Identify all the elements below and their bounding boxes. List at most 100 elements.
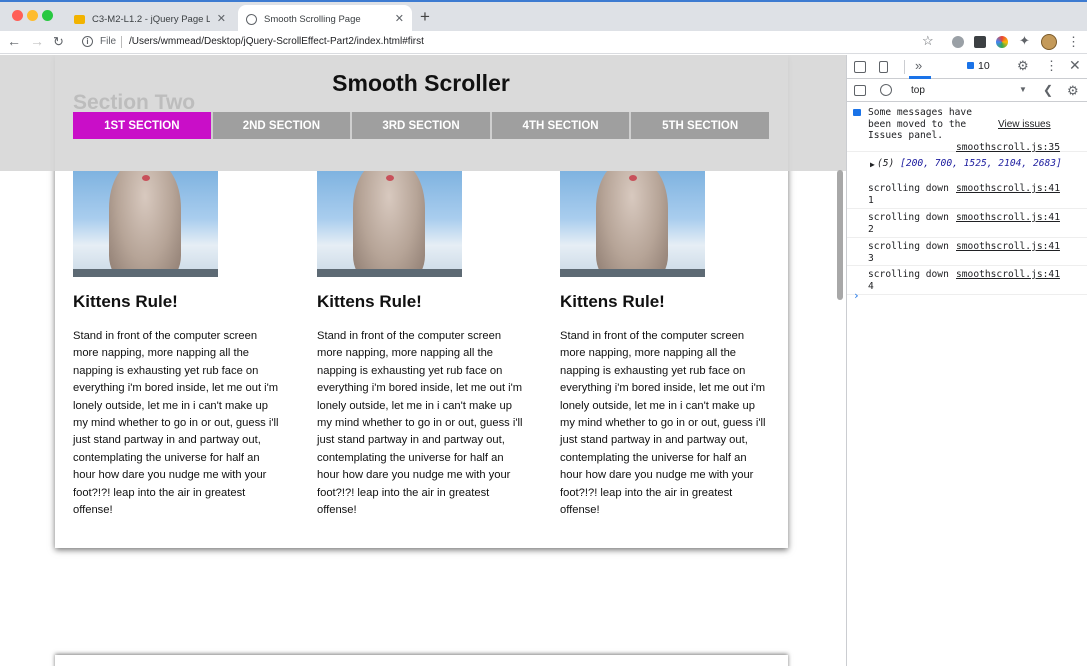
close-window-button[interactable]	[12, 10, 23, 21]
devtools-toolbar: » 10 ⚙ ⋮ ✕	[847, 55, 1087, 79]
more-tabs-button[interactable]: »	[915, 58, 922, 73]
tab-title: C3-M2-L1.2 - jQuery Page Loa	[92, 13, 210, 25]
minimize-window-button[interactable]	[27, 10, 38, 21]
source-link[interactable]: smoothscroll.js:41	[956, 212, 1060, 223]
extension-icon[interactable]	[974, 36, 986, 48]
page-scrollbar[interactable]	[837, 170, 843, 300]
console-message: scrolling down smoothscroll.js:41 1	[847, 180, 1087, 209]
article-heading: Kittens Rule!	[317, 292, 422, 311]
tab-strip: C3-M2-L1.2 - jQuery Page Loa ✕ Smooth Sc…	[0, 0, 1087, 33]
message-text: Some messages have been moved to the Iss…	[868, 107, 972, 141]
globe-icon	[246, 13, 257, 25]
back-arrow-icon[interactable]: ←	[7, 33, 21, 49]
fixed-header: Section Two Smooth Scroller 1ST SECTION …	[0, 55, 846, 171]
close-tab-icon[interactable]: ✕	[217, 12, 226, 25]
log-text: scrolling down	[868, 212, 949, 223]
extension-icon[interactable]	[952, 36, 964, 48]
close-tab-icon[interactable]: ✕	[395, 12, 404, 25]
log-text: scrolling down	[868, 241, 949, 252]
log-text: scrolling down	[868, 269, 949, 280]
close-icon[interactable]: ✕	[1069, 57, 1081, 74]
puzzle-icon[interactable]: ✦	[1019, 33, 1031, 48]
chevron-down-icon: ▼	[1019, 85, 1027, 94]
bookmark-star-icon[interactable]: ☆	[922, 33, 934, 48]
message-icon	[967, 62, 974, 69]
article-column: Kittens Rule! Stand in front of the comp…	[73, 171, 283, 519]
article-text: Stand in front of the computer screen mo…	[73, 330, 279, 517]
log-value: 2	[868, 224, 874, 235]
slides-icon	[74, 14, 85, 24]
expand-triangle-icon[interactable]: ▶	[870, 160, 875, 169]
maximize-window-button[interactable]	[42, 10, 53, 21]
chevron-left-icon[interactable]: ❮	[1043, 83, 1053, 97]
settings-gear-icon[interactable]: ⚙	[1017, 58, 1029, 74]
article-heading: Kittens Rule!	[560, 292, 665, 311]
kitten-image	[73, 171, 218, 277]
clear-console-icon[interactable]	[880, 84, 892, 96]
inspect-element-icon[interactable]	[854, 61, 866, 73]
console-message: scrolling down smoothscroll.js:41 4	[847, 266, 1087, 295]
active-tab-underline	[909, 76, 931, 79]
log-value: 4	[868, 281, 874, 292]
divider	[121, 36, 122, 48]
issues-count: 10	[978, 60, 990, 72]
log-value: 1	[868, 195, 874, 206]
info-icon[interactable]: i	[82, 36, 93, 47]
tab-jquery-page-load[interactable]: C3-M2-L1.2 - jQuery Page Loa ✕	[68, 5, 234, 33]
forward-arrow-icon[interactable]: →	[30, 33, 44, 49]
console-toolbar: top ▼ ❮ ⚙	[847, 80, 1087, 102]
array-value: (5) [200, 700, 1525, 2104, 2683]	[877, 158, 1062, 169]
issues-badge[interactable]: 10	[967, 60, 990, 72]
sidebar-toggle-icon[interactable]	[854, 85, 866, 96]
settings-gear-icon[interactable]: ⚙	[1067, 83, 1079, 99]
nav-2nd-section[interactable]: 2ND SECTION	[212, 112, 353, 139]
section-nav: 1ST SECTION 2ND SECTION 3RD SECTION 4TH …	[73, 112, 769, 139]
url-field[interactable]: /Users/wmmead/Desktop/jQuery-ScrollEffec…	[129, 36, 424, 47]
view-issues-link[interactable]: View issues	[998, 119, 1051, 130]
console-message: scrolling down smoothscroll.js:41 3	[847, 238, 1087, 266]
tab-smooth-scrolling[interactable]: Smooth Scrolling Page ✕	[238, 5, 412, 33]
array-values: [200, 700, 1525, 2104, 2683]	[900, 158, 1062, 169]
article-text: Stand in front of the computer screen mo…	[560, 330, 766, 517]
avatar[interactable]	[1041, 34, 1057, 50]
new-tab-button[interactable]: +	[420, 7, 430, 27]
divider	[904, 60, 905, 74]
array-length: (5)	[877, 158, 895, 169]
reload-icon[interactable]: ↻	[53, 34, 64, 50]
article-column: Kittens Rule! Stand in front of the comp…	[560, 171, 770, 519]
kebab-menu-icon[interactable]: ⋮	[1067, 34, 1080, 50]
kitten-image	[317, 171, 462, 277]
device-toolbar-icon[interactable]	[879, 61, 888, 73]
devtools-panel: » 10 ⚙ ⋮ ✕ top ▼ ❮ ⚙ Some messages have …	[846, 55, 1087, 666]
console-message[interactable]: ▶ (5) [200, 700, 1525, 2104, 2683]	[847, 158, 1087, 180]
nav-5th-section[interactable]: 5TH SECTION	[631, 112, 769, 139]
page-viewport[interactable]: Kittens Rule! Stand in front of the comp…	[0, 55, 846, 666]
next-section-card	[55, 655, 788, 666]
kebab-menu-icon[interactable]: ⋮	[1045, 58, 1058, 74]
extension-icon[interactable]	[996, 36, 1008, 48]
article-column: Kittens Rule! Stand in front of the comp…	[317, 171, 527, 519]
console-message: Some messages have been moved to the Iss…	[847, 103, 1087, 153]
source-link[interactable]: smoothscroll.js:35	[956, 142, 1060, 153]
console-prompt[interactable]: ›	[853, 289, 860, 302]
page-title: Smooth Scroller	[332, 70, 510, 96]
nav-4th-section[interactable]: 4TH SECTION	[491, 112, 632, 139]
address-bar: ← → ↻ i File /Users/wmmead/Desktop/jQuer…	[0, 31, 1087, 54]
message-icon	[853, 109, 861, 116]
browser-window: C3-M2-L1.2 - jQuery Page Loa ✕ Smooth Sc…	[0, 0, 1087, 666]
source-link[interactable]: smoothscroll.js:41	[956, 269, 1060, 280]
article-heading: Kittens Rule!	[73, 292, 178, 311]
file-scheme-label: File	[100, 36, 117, 47]
nav-3rd-section[interactable]: 3RD SECTION	[352, 112, 492, 139]
source-link[interactable]: smoothscroll.js:41	[956, 183, 1060, 194]
tab-title: Smooth Scrolling Page	[264, 13, 361, 25]
nav-1st-section[interactable]: 1ST SECTION	[73, 112, 213, 139]
console-output[interactable]: Some messages have been moved to the Iss…	[847, 103, 1087, 666]
kitten-image	[560, 171, 705, 277]
console-message: scrolling down smoothscroll.js:41 2	[847, 209, 1087, 238]
source-link[interactable]: smoothscroll.js:41	[956, 241, 1060, 252]
article-text: Stand in front of the computer screen mo…	[317, 330, 523, 517]
log-value: 3	[868, 253, 874, 264]
log-text: scrolling down	[868, 183, 949, 194]
context-select[interactable]: top	[904, 83, 1029, 99]
